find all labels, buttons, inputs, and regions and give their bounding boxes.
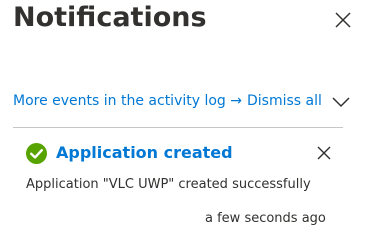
panel-title: Notifications bbox=[13, 2, 207, 33]
close-icon bbox=[335, 12, 351, 28]
notification-title[interactable]: Application created bbox=[56, 142, 233, 164]
notification-timestamp: a few seconds ago bbox=[205, 211, 326, 226]
dismiss-notification-button[interactable] bbox=[316, 145, 332, 161]
notification-message: Application "VLC UWP" created successful… bbox=[26, 177, 311, 192]
collapse-button[interactable] bbox=[331, 94, 351, 108]
chevron-down-icon bbox=[332, 97, 350, 108]
close-icon bbox=[317, 146, 331, 160]
activity-log-link[interactable]: More events in the activity log → bbox=[13, 91, 242, 111]
notification-card: Application created Application "VLC UWP… bbox=[13, 128, 357, 244]
success-check-icon bbox=[26, 143, 47, 164]
close-panel-button[interactable] bbox=[333, 10, 353, 30]
dismiss-all-link[interactable]: Dismiss all bbox=[247, 91, 322, 111]
